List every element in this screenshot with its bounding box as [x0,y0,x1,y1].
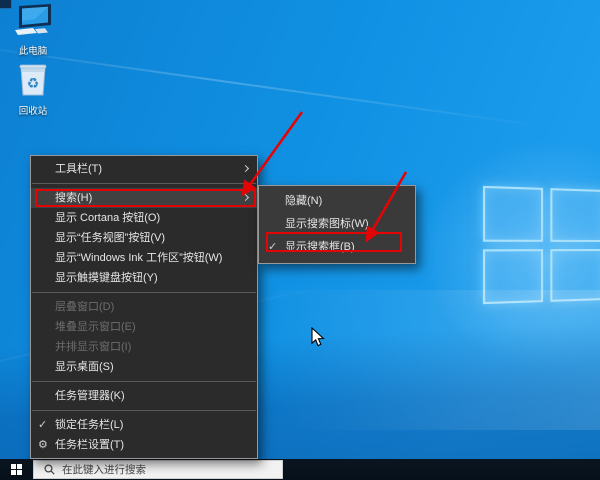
logo-pane [483,186,543,242]
light-ray [0,41,557,129]
computer-icon [11,3,55,37]
menu-separator [32,381,256,382]
search-placeholder: 在此键入进行搜索 [62,462,146,477]
menu-item-show-windows-ink-button[interactable]: 显示“Windows Ink 工作区”按钮(W) [31,248,257,268]
menu-item-task-manager[interactable]: 任务管理器(K) [31,386,257,406]
submenu-item-hidden[interactable]: 隐藏(N) [259,190,415,213]
submenu-item-show-search-icon[interactable]: 显示搜索图标(W) [259,213,415,236]
desktop-icon-this-pc[interactable]: 此电脑 [1,3,65,57]
menu-item-show-touch-keyboard-button[interactable]: 显示触摸键盘按钮(Y) [31,268,257,288]
mouse-cursor [311,327,325,347]
gear-icon: ⚙ [38,435,48,455]
menu-separator [32,292,256,293]
menu-item-toolbars[interactable]: 工具栏(T) [31,159,257,179]
taskbar-context-menu: 工具栏(T) 搜索(H) 显示 Cortana 按钮(O) 显示“任务视图”按钮… [30,155,258,459]
taskbar-search-box[interactable]: 在此键入进行搜索 [33,460,283,479]
search-submenu: 隐藏(N) 显示搜索图标(W) ✓ 显示搜索框(B) [258,185,416,264]
menu-item-show-cortana-button[interactable]: 显示 Cortana 按钮(O) [31,208,257,228]
windows-start-icon [11,464,22,475]
menu-separator [32,183,256,184]
start-button[interactable] [0,459,33,480]
recycle-bin-icon: ♻ [15,63,51,97]
taskbar: 在此键入进行搜索 [0,459,600,480]
menu-item-taskbar-settings[interactable]: ⚙ 任务栏设置(T) [31,435,257,455]
windows-logo-wallpaper [483,186,600,304]
svg-text:♻: ♻ [27,75,40,91]
chevron-right-icon [242,194,249,201]
checkmark-icon: ✓ [38,415,47,435]
menu-item-side-by-side-windows: 并排显示窗口(I) [31,337,257,357]
menu-separator [32,410,256,411]
checkmark-icon: ✓ [268,236,277,259]
menu-item-cascade-windows: 层叠窗口(D) [31,297,257,317]
search-icon [44,464,55,475]
chevron-right-icon [242,165,249,172]
menu-item-search[interactable]: 搜索(H) [31,188,257,208]
menu-item-show-desktop[interactable]: 显示桌面(S) [31,357,257,377]
logo-pane [550,188,600,241]
desktop: 此电脑 ♻ 回收站 工具栏(T) 搜索(H) 显示 Cortana 按钮(O) … [0,0,600,480]
menu-item-show-task-view-button[interactable]: 显示“任务视图”按钮(V) [31,228,257,248]
desktop-icon-label: 回收站 [1,103,65,117]
submenu-item-show-search-box[interactable]: ✓ 显示搜索框(B) [259,236,415,259]
menu-item-stack-windows: 堆叠显示窗口(E) [31,317,257,337]
desktop-icon-recycle-bin[interactable]: ♻ 回收站 [1,63,65,117]
menu-item-lock-taskbar[interactable]: ✓ 锁定任务栏(L) [31,415,257,435]
desktop-icon-label: 此电脑 [1,43,65,57]
